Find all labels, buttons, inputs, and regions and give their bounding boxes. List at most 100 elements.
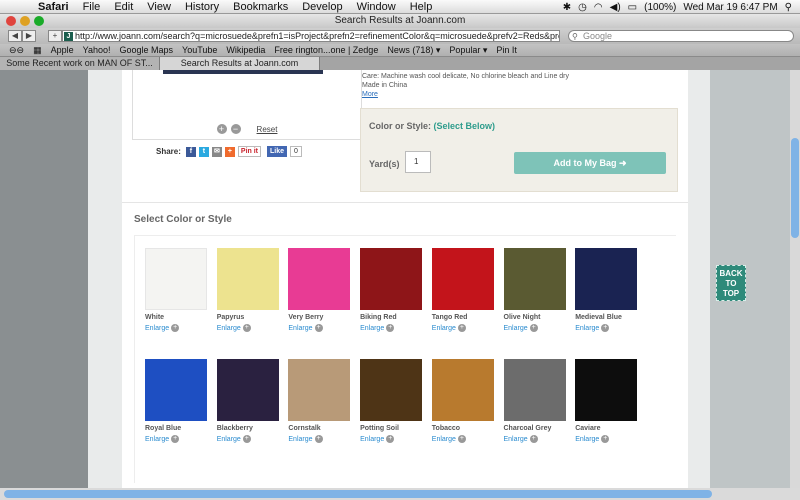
menu-bookmarks[interactable]: Bookmarks [233, 1, 288, 13]
close-window-button[interactable] [6, 16, 16, 26]
horizontal-scroll-thumb[interactable] [4, 490, 712, 498]
enlarge-plus-icon[interactable]: + [457, 324, 466, 332]
reset-zoom-link[interactable]: Reset [257, 125, 278, 134]
menu-help[interactable]: Help [410, 1, 433, 13]
swatch-item[interactable]: Medieval Blue Enlarge + [575, 248, 638, 334]
swatch-color[interactable] [360, 359, 423, 421]
top-sites-icon[interactable]: ▦ [33, 45, 42, 56]
swatch-item[interactable]: Blackberry Enlarge + [216, 359, 279, 445]
swatch-color[interactable] [431, 248, 494, 310]
enlarge-link[interactable]: Enlarge + [575, 435, 637, 443]
swatch-item[interactable]: Tobacco Enlarge + [431, 359, 494, 445]
swatch-item[interactable]: Cornstalk Enlarge + [288, 359, 351, 445]
enlarge-link[interactable]: Enlarge + [432, 324, 494, 332]
swatch-color[interactable] [575, 359, 638, 421]
swatch-color[interactable] [288, 248, 351, 310]
swatch-item[interactable]: Biking Red Enlarge + [360, 248, 423, 334]
zoom-window-button[interactable] [34, 16, 44, 26]
enlarge-plus-icon[interactable]: + [314, 435, 323, 443]
twitter-icon[interactable]: t [198, 146, 209, 157]
swatch-color[interactable] [503, 359, 566, 421]
swatch-item[interactable]: Olive Night Enlarge + [503, 248, 566, 334]
bookmark-pin-it[interactable]: Pin It [496, 45, 517, 55]
bookmark-google-maps[interactable]: Google Maps [120, 45, 174, 55]
bookmark-youtube[interactable]: YouTube [182, 45, 217, 55]
enlarge-plus-icon[interactable]: + [171, 435, 180, 443]
minimize-window-button[interactable] [20, 16, 30, 26]
back-to-top-button[interactable]: BACK TO TOP [716, 265, 746, 301]
enlarge-link[interactable]: Enlarge + [288, 435, 350, 443]
bluetooth-icon[interactable]: ✱ [563, 2, 571, 13]
enlarge-plus-icon[interactable]: + [529, 435, 538, 443]
email-icon[interactable]: ✉ [211, 146, 222, 157]
vertical-scroll-thumb[interactable] [791, 138, 799, 238]
enlarge-plus-icon[interactable]: + [242, 435, 251, 443]
forward-button[interactable]: ▶ [22, 30, 36, 42]
reading-list-icon[interactable]: ⊖⊖ [9, 45, 24, 56]
menu-view[interactable]: View [147, 1, 171, 13]
enlarge-plus-icon[interactable]: + [457, 435, 466, 443]
horizontal-scrollbar[interactable] [0, 488, 800, 500]
swatch-item[interactable]: Caviare Enlarge + [575, 359, 638, 445]
time-machine-icon[interactable]: ◷ [578, 2, 587, 13]
swatch-item[interactable]: Tango Red Enlarge + [431, 248, 494, 334]
swatch-color[interactable] [216, 248, 279, 310]
swatch-item[interactable]: Charcoal Grey Enlarge + [503, 359, 566, 445]
enlarge-link[interactable]: Enlarge + [145, 435, 207, 443]
bookmark-yahoo[interactable]: Yahoo! [83, 45, 111, 55]
enlarge-link[interactable]: Enlarge + [504, 324, 566, 332]
enlarge-plus-icon[interactable]: + [386, 324, 395, 332]
facebook-icon[interactable]: f [185, 146, 196, 157]
more-link[interactable]: More [362, 91, 378, 98]
enlarge-link[interactable]: Enlarge + [575, 324, 637, 332]
battery-icon[interactable]: ▭ [628, 2, 637, 13]
zoom-in-icon[interactable]: + [216, 124, 227, 134]
back-button[interactable]: ◀ [8, 30, 22, 42]
enlarge-plus-icon[interactable]: + [529, 324, 538, 332]
menu-develop[interactable]: Develop [302, 1, 342, 13]
menu-edit[interactable]: Edit [114, 1, 133, 13]
address-bar[interactable]: J http://www.joann.com/search?q=microsue… [62, 30, 560, 42]
enlarge-plus-icon[interactable]: + [601, 435, 610, 443]
bookmark-apple[interactable]: Apple [51, 45, 74, 55]
swatch-item[interactable]: Papyrus Enlarge + [216, 248, 279, 334]
facebook-like-button[interactable]: Like [267, 146, 288, 157]
enlarge-link[interactable]: Enlarge + [360, 324, 422, 332]
swatch-color[interactable] [216, 359, 279, 421]
swatch-color[interactable] [360, 248, 423, 310]
menu-clock[interactable]: Wed Mar 19 6:47 PM [683, 2, 777, 13]
swatch-color[interactable] [503, 248, 566, 310]
swatch-color[interactable] [288, 359, 351, 421]
swatch-item[interactable]: Royal Blue Enlarge + [145, 359, 207, 445]
enlarge-plus-icon[interactable]: + [242, 324, 251, 332]
search-field[interactable]: ⚲ Google [568, 30, 794, 42]
bookmark-wikipedia[interactable]: Wikipedia [226, 45, 265, 55]
bookmark-popular[interactable]: Popular ▾ [449, 45, 487, 56]
enlarge-link[interactable]: Enlarge + [217, 324, 279, 332]
enlarge-plus-icon[interactable]: + [171, 324, 180, 332]
swatch-color[interactable] [145, 248, 207, 310]
menu-app-name[interactable]: Safari [38, 1, 69, 13]
vertical-scrollbar[interactable] [790, 70, 800, 488]
enlarge-link[interactable]: Enlarge + [288, 324, 350, 332]
add-bookmark-button[interactable]: + [48, 30, 62, 42]
enlarge-plus-icon[interactable]: + [386, 435, 395, 443]
enlarge-plus-icon[interactable]: + [601, 324, 610, 332]
spotlight-icon[interactable]: ⚲ [785, 2, 792, 13]
swatch-item[interactable]: Very Berry Enlarge + [288, 248, 351, 334]
bookmark-news[interactable]: News (718) ▾ [387, 45, 440, 56]
swatch-color[interactable] [431, 359, 494, 421]
menu-window[interactable]: Window [357, 1, 396, 13]
enlarge-link[interactable]: Enlarge + [145, 324, 207, 332]
swatch-item[interactable]: White Enlarge + [145, 248, 207, 334]
menu-history[interactable]: History [185, 1, 219, 13]
menu-file[interactable]: File [83, 1, 101, 13]
add-to-bag-button[interactable]: Add to My Bag ➜ [514, 152, 666, 174]
wifi-icon[interactable]: ◠ [594, 2, 603, 13]
swatch-item[interactable]: Potting Soil Enlarge + [360, 359, 423, 445]
bookmark-zedge[interactable]: Free rington...one | Zedge [274, 45, 378, 55]
enlarge-link[interactable]: Enlarge + [504, 435, 566, 443]
swatch-color[interactable] [145, 359, 207, 421]
enlarge-plus-icon[interactable]: + [314, 324, 323, 332]
swatch-color[interactable] [575, 248, 638, 310]
